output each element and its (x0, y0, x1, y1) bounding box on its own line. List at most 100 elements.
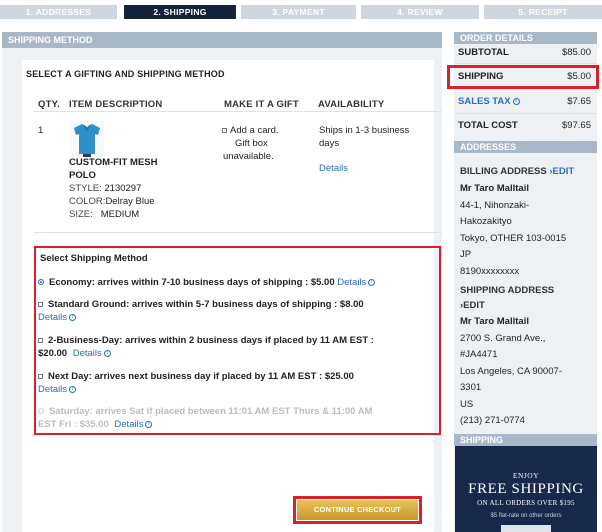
step-addresses[interactable]: 1. ADDRESSES (0, 5, 117, 19)
total-label: TOTAL COST (458, 120, 518, 131)
size-value: MEDIUM (100, 209, 140, 220)
saturday-details-label: Details (114, 419, 144, 430)
item-availability: Ships in 1-3 business days (319, 124, 437, 150)
economy-details-label: Details (337, 277, 367, 288)
nextday-details-label: Details (38, 384, 68, 395)
nextday-text: Next Day: arrives next business day if p… (48, 371, 354, 382)
gift-line1: Add a card. (230, 125, 279, 136)
shipping-address: Mr Taro Malltail 2700 S. Grand Ave., #JA… (460, 314, 562, 430)
2day-details-label: Details (72, 348, 102, 359)
shipping-option-standard[interactable]: Standard Ground: arrives within 5-7 busi… (38, 298, 434, 311)
color-label: COLOR: (69, 196, 106, 207)
radio-economy[interactable] (38, 279, 44, 286)
info-icon: i (512, 97, 520, 105)
shipping-option-saturday: Saturday: arrives Sat if placed between … (38, 405, 434, 418)
col-availability: AVAILABILITY (318, 99, 385, 110)
radio-nextday[interactable] (38, 373, 43, 379)
promo-button[interactable] (501, 525, 551, 532)
free-shipping-banner[interactable]: ENJOY FREE SHIPPING ON ALL ORDERS OVER $… (455, 446, 597, 532)
order-details-header: ORDER DETAILS (454, 32, 597, 44)
total-row: TOTAL COST $97.65 (458, 120, 593, 131)
summary-divider (454, 113, 597, 114)
section-title: SELECT A GIFTING AND SHIPPING METHOD (26, 69, 225, 79)
col-gift: MAKE IT A GIFT (224, 99, 299, 110)
saturday-details-link[interactable]: Details i (114, 419, 153, 430)
2day-row-2: $20.00 Details i (38, 347, 434, 360)
nextday-details-row: Details i (38, 383, 434, 396)
total-value: $97.65 (561, 120, 591, 131)
economy-text: Economy: arrives within 7-10 business da… (49, 277, 335, 288)
shipping-option-nextday[interactable]: Next Day: arrives next business day if p… (38, 370, 434, 383)
billing-line: Hakozakityo (460, 216, 512, 227)
item-size: SIZE: MEDIUM (69, 208, 139, 221)
shipping-addr-line: 2700 S. Grand Ave., (460, 332, 546, 344)
shipping-addr-line: #JA4471 (460, 349, 498, 360)
step-review: 4. REVIEW (361, 5, 479, 19)
sales-tax-link[interactable]: SALES TAX i (458, 96, 520, 107)
promo-line3: ON ALL ORDERS OVER $195 (477, 499, 575, 507)
shipping-cost-highlight (447, 65, 599, 89)
shipping-edit-link[interactable]: ›EDIT (460, 300, 485, 311)
info-icon: i (69, 313, 77, 321)
item-style: STYLE: 2130297 (69, 182, 141, 195)
style-value: 2130297 (104, 183, 142, 194)
info-icon: i (368, 278, 376, 286)
gift-line2: Gift box (235, 138, 268, 149)
billing-address: Mr Taro Malltail 44-1, Nihonzaki- Hakoza… (460, 181, 566, 280)
2day-text-line1: 2-Business-Day: arrives within 2 busines… (48, 335, 374, 346)
product-name-line2: POLO (69, 170, 96, 181)
size-label: SIZE: (69, 209, 93, 220)
sales-tax-label: SALES TAX (458, 96, 511, 107)
economy-details-link[interactable]: Details i (337, 277, 376, 288)
step-payment: 3. PAYMENT (241, 5, 356, 19)
subtotal-value: $85.00 (561, 47, 591, 58)
gift-card-checkbox[interactable] (222, 127, 227, 133)
shipping-addr-line: US (460, 398, 474, 410)
promo-line4: $5 flat-rate on other orders (490, 513, 562, 519)
product-name[interactable]: CUSTOM-FIT MESH POLO (69, 156, 158, 182)
gift-option: Add a card. Gift box unavailable. (222, 124, 312, 163)
info-icon: i (145, 420, 153, 428)
nextday-details-link[interactable]: Details i (38, 384, 77, 395)
info-icon: i (103, 349, 111, 357)
billing-address-label: BILLING ADDRESS ›EDIT (460, 166, 574, 177)
billing-edit-label: EDIT (552, 166, 575, 177)
saturday-text-line1: Saturday: arrives Sat if placed between … (49, 406, 373, 417)
radio-standard[interactable] (38, 301, 43, 307)
tax-value: $7.65 (567, 96, 591, 107)
step-shipping: 2. SHIPPING (124, 5, 236, 19)
promo-line2: FREE SHIPPING (468, 481, 584, 497)
standard-text: Standard Ground: arrives within 5-7 busi… (48, 299, 364, 310)
step-receipt: 5. RECEIPT (484, 5, 602, 19)
standard-details-row: Details i (38, 311, 434, 324)
billing-line: Mr Taro Malltail (460, 183, 529, 194)
product-name-line1: CUSTOM-FIT MESH (69, 157, 158, 168)
billing-edit-link[interactable]: ›EDIT (549, 166, 574, 177)
standard-details-label: Details (38, 312, 68, 323)
shipping-option-2day[interactable]: 2-Business-Day: arrives within 2 busines… (38, 334, 434, 347)
radio-2day[interactable] (38, 337, 43, 343)
addresses-header: ADDRESSES (454, 141, 597, 153)
shipping-option-economy[interactable]: Economy: arrives within 7-10 business da… (38, 276, 434, 289)
standard-details-link[interactable]: Details i (38, 312, 77, 323)
continue-checkout-button[interactable]: CONTINUE CHECKOUT (297, 500, 418, 520)
shipping-address-label: SHIPPING ADDRESS (460, 285, 555, 296)
2day-details-link[interactable]: Details i (73, 348, 111, 359)
saturday-text-line2: EST Fri : $35.00 (38, 419, 109, 430)
product-image[interactable] (70, 121, 104, 157)
item-divider (34, 232, 442, 233)
billing-line: 8190xxxxxxxx (460, 265, 520, 277)
subtotal-label: SUBTOTAL (458, 47, 509, 58)
style-label: STYLE: (69, 183, 102, 194)
shipping-addr-line: Los Angeles, CA 90007- (460, 365, 562, 377)
availability-line1: Ships in 1-3 business (319, 125, 410, 136)
shipping-edit-label: EDIT (463, 300, 485, 311)
availability-line2: days (319, 138, 340, 149)
info-icon: i (69, 385, 77, 393)
radio-saturday (38, 408, 44, 415)
availability-details-link[interactable]: Details (319, 162, 348, 175)
shipping-method-header: SHIPPING METHOD (2, 32, 442, 48)
shipping-addr-line: Mr Taro Malltail (460, 316, 529, 327)
subtotal-row: SUBTOTAL $85.00 (458, 47, 593, 58)
shipping-select-title: Select Shipping Method (40, 253, 148, 264)
